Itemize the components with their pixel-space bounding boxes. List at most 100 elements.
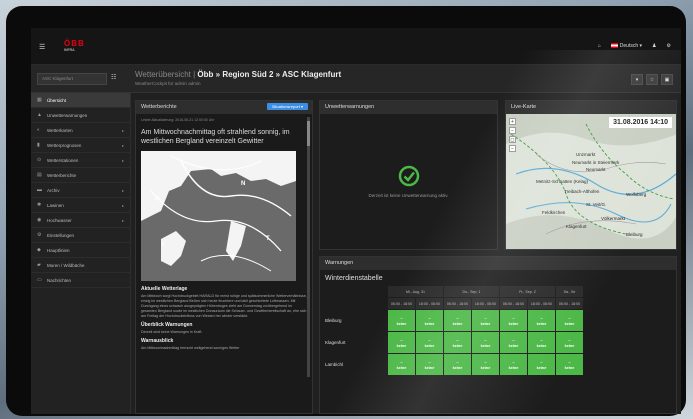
list-icon[interactable]: ☷ [111, 74, 116, 81]
cell-value: keine [480, 343, 491, 348]
sidebar-item[interactable]: ▲ Unwetterwarnungen [31, 108, 130, 123]
warning-level-cell[interactable]: -- keine [416, 332, 443, 353]
time-header: 18:00 - 06:00 [528, 298, 555, 309]
bar-chart-icon: ▮ [37, 142, 40, 148]
section-heading: Überblick Warnungen [141, 322, 193, 328]
sidebar-item[interactable]: ▦ Übersicht [31, 93, 130, 108]
warning-level-cell[interactable]: -- keine [444, 332, 471, 353]
breadcrumb-prefix: Wetterübersicht | [135, 70, 196, 79]
warning-level-cell[interactable]: -- keine [416, 354, 443, 375]
location-cell: Klagenfurt [321, 332, 387, 353]
warning-level-cell[interactable]: -- keine [500, 332, 527, 353]
map-place-label: Treibach-Althofen [564, 189, 600, 194]
notification-bell-icon[interactable]: ⌂ [598, 43, 601, 49]
language-selector[interactable]: Deutsch ▾ [610, 43, 642, 49]
warning-level-cell[interactable]: -- keine [472, 310, 499, 331]
sidebar-item[interactable]: ◆ Hauptlinien [31, 243, 130, 258]
sidebar-item-label: Übersicht [47, 97, 67, 103]
panel-header: Live-Karte [506, 101, 676, 114]
warning-level-cell[interactable]: -- keine [556, 332, 583, 353]
map-label-n: N [241, 181, 246, 187]
sidebar-item[interactable]: ⊙ Wetterstationen ▸ [31, 153, 130, 168]
sidebar-item[interactable]: ▭ Nachrichten [31, 273, 130, 288]
warning-level-cell[interactable]: -- keine [388, 354, 415, 375]
print-icon[interactable]: ▣ [661, 74, 673, 85]
report-headline: Am Mittwochnachmittag oft strahlend sonn… [141, 129, 290, 145]
sidebar-item[interactable]: ▤ Wetterberichte [31, 168, 130, 183]
warning-level-cell[interactable]: -- keine [528, 310, 555, 331]
warning-level-cell[interactable]: -- keine [472, 332, 499, 353]
panel-title: Wetterberichte [141, 104, 177, 110]
weather-report-panel: Wetterberichte Situationsreport ▾ Letzte… [135, 100, 313, 414]
sidebar-item[interactable]: ◉ Hochwasser ▸ [31, 213, 130, 228]
zoom-out-button[interactable]: − [509, 127, 516, 134]
sidebar-item-label: Hauptlinien [47, 247, 70, 253]
user-icon[interactable]: ♟ [652, 43, 656, 49]
station-icon: ⊙ [37, 157, 42, 163]
sidebar-item[interactable]: ▰ Muren / Wildbäche [31, 258, 130, 273]
check-circle-icon [398, 165, 419, 187]
time-header: 06:00 - 18:00 [444, 298, 471, 309]
warning-icon: ▲ [37, 112, 42, 118]
warning-level-cell[interactable]: -- keine [444, 354, 471, 375]
cell-value: keine [508, 321, 519, 326]
low-pressure-label: T [161, 243, 165, 249]
cell-value: keine [564, 321, 575, 326]
zoom-in-button[interactable]: + [509, 118, 516, 125]
scrollbar-thumb[interactable] [307, 121, 310, 146]
page-header: ASC Klagenfurt ☷ Wetterübersicht | Öbb »… [31, 65, 681, 93]
star-icon[interactable]: ☆ [646, 74, 658, 85]
warning-level-cell[interactable]: -- keine [416, 310, 443, 331]
cell-value: keine [396, 365, 407, 370]
warning-level-cell[interactable]: -- keine [528, 332, 555, 353]
day-header: Fr., Sep. 2 [500, 286, 555, 297]
time-header: 06:00 - 18:00 [388, 298, 415, 309]
section-heading: Aktuelle Wetterlage [141, 286, 188, 292]
menu-icon[interactable]: ☰ [39, 43, 45, 51]
zoom-minus-button[interactable]: − [509, 145, 516, 152]
day-header: Sa., Se [556, 286, 583, 297]
sidebar-item[interactable]: ▮ Wetterprognosen ▸ [31, 138, 130, 153]
time-header: 06:00 - 18:00 [500, 298, 527, 309]
sidebar-item-label: Einstellungen [47, 232, 75, 238]
scrollbar[interactable] [307, 117, 310, 377]
settings-icon[interactable]: ⚙ [667, 43, 671, 49]
weather-report-body: Letzte Aktualisierung: 2016-08-31 12:00:… [136, 114, 312, 413]
situation-report-label: Situationsreport [271, 104, 300, 109]
header-tools: ▾ ☆ ▣ [631, 74, 673, 85]
flag-icon [610, 43, 618, 49]
sidebar-item-label: Wetterprognosen [47, 142, 82, 148]
sidebar-item-label: Unwetterwarnungen [47, 112, 88, 118]
live-map[interactable]: 31.08.2016 14:10 + − ◻ − Unzmarkt Neumar… [506, 114, 676, 249]
zoom-controls: + − ◻ − [509, 118, 516, 152]
sidebar-item[interactable]: ✱ Lawinen ▸ [31, 198, 130, 213]
situation-report-button[interactable]: Situationsreport ▾ [266, 103, 308, 110]
breadcrumb: Wetterübersicht | Öbb » Region Süd 2 » A… [135, 70, 341, 79]
cell-value: keine [396, 321, 407, 326]
warning-level-cell[interactable]: -- keine [528, 354, 555, 375]
warning-level-cell[interactable]: -- keine [556, 354, 583, 375]
chevron-right-icon: ▸ [121, 202, 124, 208]
warning-level-cell[interactable]: -- keine [472, 354, 499, 375]
warning-level-cell[interactable]: -- keine [500, 354, 527, 375]
cell-value: keine [564, 343, 575, 348]
sidebar-item[interactable]: ⚙ Einstellungen [31, 228, 130, 243]
time-header: 06:00 - 18:00 [556, 298, 583, 309]
cell-value: keine [536, 321, 547, 326]
warning-level-cell[interactable]: -- keine [388, 310, 415, 331]
gear-icon: ⚙ [37, 232, 42, 238]
logo[interactable]: ÖBB INFRA [64, 39, 85, 52]
warning-level-cell[interactable]: -- keine [388, 332, 415, 353]
sidebar-item[interactable]: ◐ Wetterkarten ▸ [31, 123, 130, 138]
layer-button[interactable]: ◻ [509, 136, 516, 143]
warning-level-cell[interactable]: -- keine [444, 310, 471, 331]
sidebar-item[interactable]: ▬ Archiv ▸ [31, 183, 130, 198]
location-cell: Lambichl [321, 354, 387, 375]
warning-level-cell[interactable]: -- keine [556, 310, 583, 331]
warning-level-cell[interactable]: -- keine [500, 310, 527, 331]
terrain-map-graphic [506, 114, 676, 249]
dropdown-icon[interactable]: ▾ [631, 74, 643, 85]
report-icon: ▤ [37, 172, 42, 178]
location-search-input[interactable]: ASC Klagenfurt [37, 73, 107, 85]
breadcrumb-path[interactable]: Öbb » Region Süd 2 » ASC Klagenfurt [197, 70, 341, 79]
